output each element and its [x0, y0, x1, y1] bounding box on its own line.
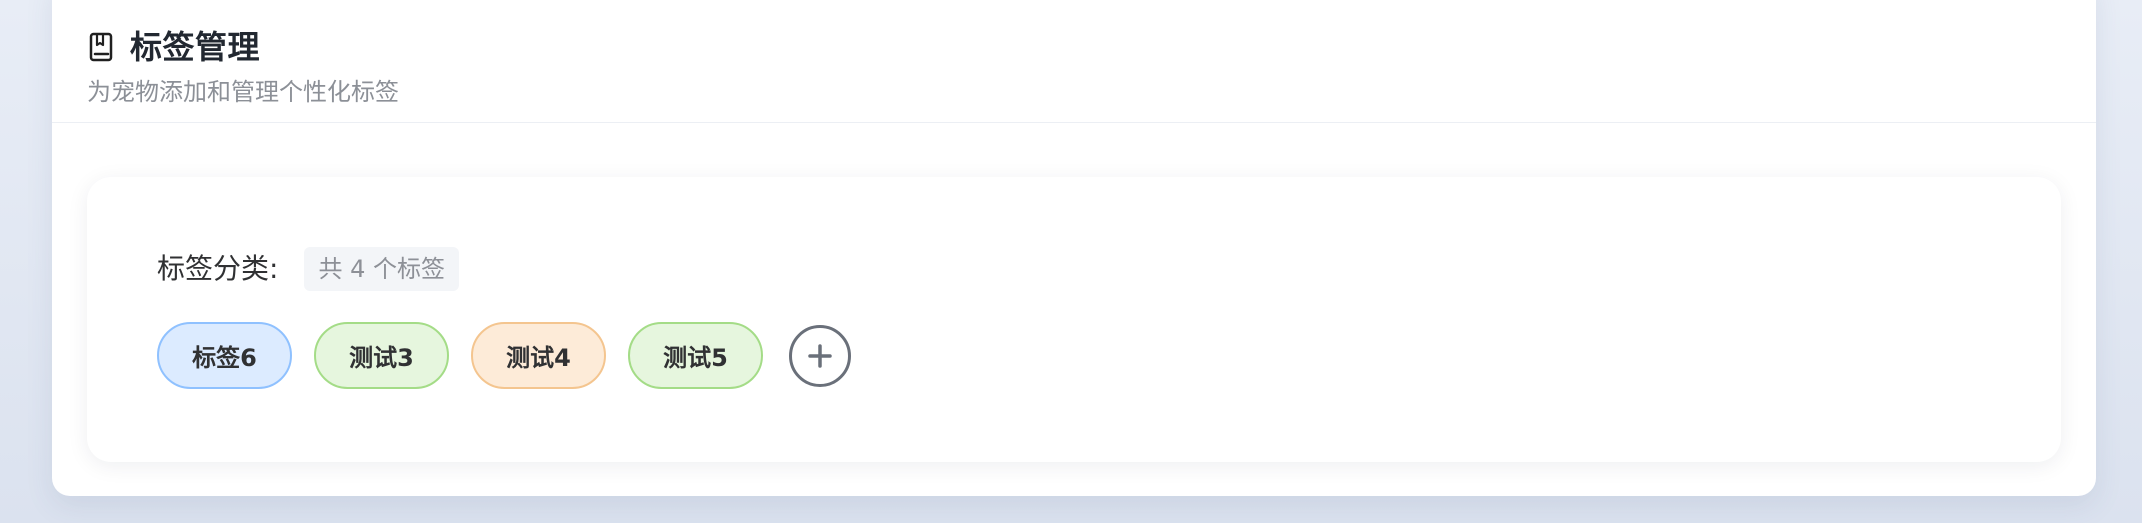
- tag-chip[interactable]: 测试5: [628, 322, 763, 389]
- page-subtitle: 为宠物添加和管理个性化标签: [87, 78, 399, 106]
- panel-header: 标签管理 为宠物添加和管理个性化标签: [52, 0, 2096, 123]
- tag-list: 标签6 测试3 测试4 测试5: [157, 322, 851, 389]
- tag-chip[interactable]: 测试4: [471, 322, 606, 389]
- tag-chip[interactable]: 测试3: [314, 322, 449, 389]
- category-label: 标签分类:: [157, 252, 279, 285]
- category-row: 标签分类: 共 4 个标签: [157, 247, 459, 291]
- plus-icon: [808, 343, 832, 368]
- add-tag-button[interactable]: [789, 324, 851, 387]
- tag-category-card: 标签分类: 共 4 个标签 标签6 测试3 测试4 测试5: [87, 177, 2061, 462]
- page-title: 标签管理: [130, 28, 261, 66]
- book-icon: [89, 32, 113, 62]
- tag-management-panel: 标签管理 为宠物添加和管理个性化标签 标签分类: 共 4 个标签 标签6 测试3…: [52, 0, 2096, 496]
- title-row: 标签管理: [88, 31, 260, 63]
- tag-chip[interactable]: 标签6: [157, 322, 292, 389]
- tag-count-badge: 共 4 个标签: [304, 247, 459, 291]
